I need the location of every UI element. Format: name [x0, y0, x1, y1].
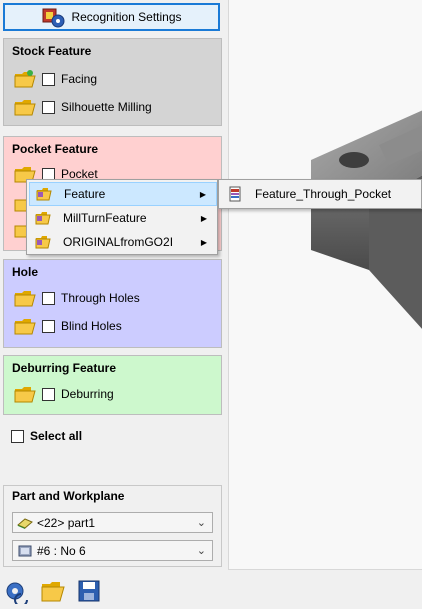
workplane-select[interactable]: #6 : No 6 ⌄ [12, 540, 213, 561]
feature-file-icon [229, 186, 241, 202]
silhouette-milling-row[interactable]: Silhouette Milling [14, 96, 152, 118]
menu-item-feature-label: Feature [64, 187, 106, 201]
folder-open-icon [14, 291, 36, 307]
menu-item-originalfromgo2i-label: ORIGINALfromGO2I [63, 235, 174, 249]
submenu-arrow-icon: ▶ [200, 237, 207, 247]
menu-item-millturnfeature[interactable]: MillTurnFeature ▶ [29, 206, 217, 230]
workplane-icon [18, 545, 32, 556]
recognition-panel: Recognition Settings Stock Feature Facin… [0, 0, 227, 609]
folder-open-icon [14, 387, 36, 403]
recognition-settings-icon [42, 8, 65, 28]
menu-item-feature[interactable]: Feature ▶ [29, 182, 217, 206]
select-all-row[interactable]: Select all [11, 429, 82, 443]
silhouette-milling-label: Silhouette Milling [61, 100, 152, 114]
hole-title: Hole [12, 265, 39, 279]
menu-item-originalfromgo2i[interactable]: ORIGINALfromGO2I ▶ [29, 230, 217, 254]
feature-submenu: Feature_Through_Pocket [218, 179, 422, 209]
deburring-label: Deburring [61, 387, 114, 401]
deburring-row[interactable]: Deburring [14, 383, 114, 405]
menu-item-feature-through-pocket[interactable]: Feature_Through_Pocket [221, 182, 421, 206]
part-icon [17, 517, 33, 529]
chevron-down-icon: ⌄ [196, 545, 206, 557]
part-select-value: <22> part1 [37, 515, 96, 530]
folder-open-icon [14, 70, 36, 88]
menu-item-millturnfeature-label: MillTurnFeature [63, 211, 147, 225]
through-holes-checkbox[interactable] [42, 291, 55, 305]
stock-feature-title: Stock Feature [12, 44, 92, 58]
select-all-checkbox[interactable] [11, 429, 24, 443]
hole-group: Hole Through Holes Blind Holes [3, 259, 222, 348]
blind-holes-label: Blind Holes [61, 319, 122, 333]
gear-refresh-icon[interactable] [4, 578, 30, 604]
select-all-label: Select all [30, 429, 83, 443]
part-and-workplane-title: Part and Workplane [12, 489, 125, 503]
save-icon[interactable] [76, 578, 102, 604]
chevron-down-icon: ⌄ [196, 517, 206, 529]
stock-feature-group: Stock Feature Facing Silhouette Milling [3, 38, 222, 126]
through-holes-label: Through Holes [61, 291, 140, 305]
menu-item-feature-through-pocket-label: Feature_Through_Pocket [255, 187, 392, 201]
recognition-settings-label: Recognition Settings [71, 10, 182, 24]
silhouette-milling-checkbox[interactable] [42, 100, 55, 114]
blind-holes-row[interactable]: Blind Holes [14, 315, 122, 337]
facing-label: Facing [61, 72, 98, 86]
folder-open-icon [14, 319, 36, 335]
folder-open-icon [14, 100, 36, 116]
part-and-workplane-group: Part and Workplane <22> part1 ⌄ #6 : No … [3, 485, 222, 567]
deburring-feature-title: Deburring Feature [12, 361, 117, 375]
pocket-feature-title: Pocket Feature [12, 142, 99, 156]
through-holes-row[interactable]: Through Holes [14, 287, 140, 309]
open-folder-icon[interactable] [40, 578, 66, 604]
submenu-arrow-icon: ▶ [199, 189, 206, 199]
bottom-toolbar [4, 578, 102, 604]
folder-open-icon [35, 236, 51, 249]
deburring-checkbox[interactable] [42, 387, 55, 401]
submenu-arrow-icon: ▶ [200, 213, 207, 223]
facing-row[interactable]: Facing [14, 68, 97, 90]
model-viewport[interactable] [228, 0, 422, 570]
part-model-render [311, 110, 422, 329]
recognition-settings-button[interactable]: Recognition Settings [3, 3, 220, 31]
deburring-feature-group: Deburring Feature Deburring [3, 355, 222, 415]
facing-checkbox[interactable] [42, 72, 55, 86]
folder-open-icon [35, 212, 51, 225]
workplane-select-value: #6 : No 6 [37, 543, 86, 558]
blind-holes-checkbox[interactable] [42, 319, 55, 333]
folder-open-icon [36, 188, 52, 201]
part-select[interactable]: <22> part1 ⌄ [12, 512, 213, 533]
feature-context-menu: Feature ▶ MillTurnFeature ▶ ORIGINALfrom… [26, 179, 218, 255]
